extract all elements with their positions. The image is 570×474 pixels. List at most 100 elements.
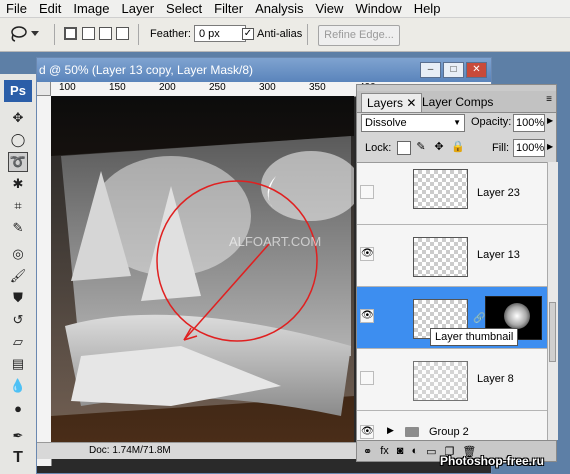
eyedropper-tool[interactable]: ✎: [8, 218, 28, 238]
layer-name: Layer 8: [477, 373, 514, 385]
opacity-input[interactable]: 100%: [513, 114, 545, 132]
lock-image-icon[interactable]: ✎: [415, 141, 427, 153]
lasso-tool[interactable]: ➰: [8, 152, 28, 172]
lock-position-icon[interactable]: ✥: [433, 141, 445, 153]
eye-icon[interactable]: 👁: [360, 247, 374, 261]
link-icon[interactable]: 🔗: [473, 313, 485, 324]
tab-layers-label: Layers: [367, 96, 404, 110]
layer-row[interactable]: Layer 23: [357, 163, 547, 225]
scroll-thumb[interactable]: [549, 302, 556, 362]
crop-tool[interactable]: ⌗: [8, 196, 28, 216]
folder-icon: [405, 427, 419, 437]
chevron-down-icon: ▼: [453, 118, 461, 127]
link-layers-icon[interactable]: ⚭: [363, 445, 372, 458]
blend-mode-value: Dissolve: [365, 117, 407, 129]
visibility-toggle[interactable]: [360, 185, 374, 199]
antialias-checkbox[interactable]: ✓: [242, 28, 254, 40]
eraser-tool[interactable]: ▱: [8, 332, 28, 352]
eye-icon[interactable]: 👁: [360, 309, 374, 323]
ellipse-marquee-icon: ◯: [10, 132, 26, 147]
history-brush-tool[interactable]: ↺: [8, 310, 28, 330]
layer-thumbnail[interactable]: [413, 237, 468, 277]
subtract-selection-button[interactable]: [99, 27, 112, 40]
ruler-label: 100: [59, 82, 76, 93]
layer-thumbnail[interactable]: [413, 169, 468, 209]
tab-layer-comps[interactable]: Layer Comps: [417, 93, 498, 112]
gradient-tool[interactable]: ▤: [8, 354, 28, 374]
menu-edit[interactable]: Edit: [33, 0, 67, 17]
menu-file[interactable]: File: [0, 0, 33, 17]
brush-tool[interactable]: 🖌: [8, 266, 28, 286]
layers-panel: Layers ✕ Layer Comps ≡ Dissolve ▼ Opacit…: [356, 84, 558, 462]
group-row[interactable]: 👁 ▶ Group 2: [357, 421, 547, 441]
dodge-tool[interactable]: ●: [8, 398, 28, 418]
menu-view[interactable]: View: [309, 0, 349, 17]
opacity-arrow-icon[interactable]: ▶: [547, 116, 553, 125]
triangle-right-icon[interactable]: ▶: [387, 425, 394, 436]
panel-scrollbar[interactable]: [547, 162, 558, 440]
left-ruler: [37, 96, 52, 466]
healing-brush-tool[interactable]: ◎: [8, 244, 28, 264]
canvas[interactable]: ALFOART.COM: [51, 96, 354, 442]
add-selection-button[interactable]: [82, 27, 95, 40]
add-mask-icon[interactable]: ◙: [397, 445, 404, 457]
menu-help[interactable]: Help: [408, 0, 447, 17]
history-brush-icon: ↺: [12, 312, 24, 327]
divider: [307, 24, 308, 45]
blur-icon: 💧: [9, 378, 27, 393]
minimize-button[interactable]: –: [420, 62, 441, 78]
type-tool[interactable]: T: [8, 448, 28, 468]
lock-transparent-icon[interactable]: [397, 141, 411, 155]
menu-select[interactable]: Select: [160, 0, 208, 17]
layer-row[interactable]: Layer 8: [357, 349, 547, 411]
status-bar: Doc: 1.74M/71.8M: [37, 442, 357, 459]
maximize-button[interactable]: □: [443, 62, 464, 78]
layer-style-icon[interactable]: fx: [380, 445, 389, 457]
eye-icon[interactable]: 👁: [360, 425, 374, 439]
ruler-label: 200: [159, 82, 176, 93]
panel-menu-icon[interactable]: ≡: [546, 94, 552, 105]
tool-preset-picker[interactable]: [8, 24, 44, 44]
menu-window[interactable]: Window: [349, 0, 407, 17]
lock-all-icon[interactable]: 🔒: [451, 141, 465, 153]
refine-edge-button[interactable]: Refine Edge...: [318, 25, 400, 46]
canvas-image: ALFOART.COM: [51, 96, 354, 442]
blur-tool[interactable]: 💧: [8, 376, 28, 396]
ruler-label: 150: [109, 82, 126, 93]
panel-tabs: Layers ✕ Layer Comps ≡: [357, 91, 556, 113]
layer-thumbnail[interactable]: [413, 361, 468, 401]
layer-name: Layer 23: [477, 187, 520, 199]
adjustment-layer-icon[interactable]: ◐: [411, 445, 418, 457]
tab-layers[interactable]: Layers ✕: [361, 93, 423, 112]
type-icon: T: [13, 449, 23, 466]
menu-image[interactable]: Image: [67, 0, 115, 17]
menu-filter[interactable]: Filter: [208, 0, 249, 17]
site-watermark: Photoshop-free.ru: [440, 454, 544, 468]
fill-input[interactable]: 100%: [513, 139, 545, 157]
fill-arrow-icon[interactable]: ▶: [547, 142, 553, 151]
visibility-toggle[interactable]: [360, 371, 374, 385]
blend-mode-select[interactable]: Dissolve ▼: [361, 114, 465, 132]
clone-stamp-tool[interactable]: ⛊: [8, 288, 28, 308]
intersect-selection-button[interactable]: [116, 27, 129, 40]
move-tool[interactable]: ✥: [8, 108, 28, 128]
feather-input[interactable]: 0 px: [194, 25, 246, 42]
menu-analysis[interactable]: Analysis: [249, 0, 309, 17]
layer-row[interactable]: 👁 Layer 13: [357, 225, 547, 287]
doc-size: Doc: 1.74M/71.8M: [89, 445, 171, 456]
healing-icon: ◎: [12, 246, 24, 261]
eraser-icon: ▱: [13, 334, 23, 349]
divider: [138, 24, 139, 45]
lock-label: Lock:: [365, 142, 392, 154]
close-icon[interactable]: ✕: [406, 96, 416, 110]
close-button[interactable]: ✕: [466, 62, 487, 78]
gradient-icon: ▤: [11, 356, 25, 371]
magic-wand-tool[interactable]: ✱: [8, 174, 28, 194]
new-selection-button[interactable]: [64, 27, 77, 40]
stamp-icon: ⛊: [13, 290, 23, 305]
pen-tool[interactable]: ✒: [8, 426, 28, 446]
new-group-icon[interactable]: ▭: [426, 445, 436, 458]
marquee-tool[interactable]: ◯: [8, 130, 28, 150]
menu-layer[interactable]: Layer: [116, 0, 161, 17]
tooltip: Layer thumbnail: [430, 328, 519, 346]
